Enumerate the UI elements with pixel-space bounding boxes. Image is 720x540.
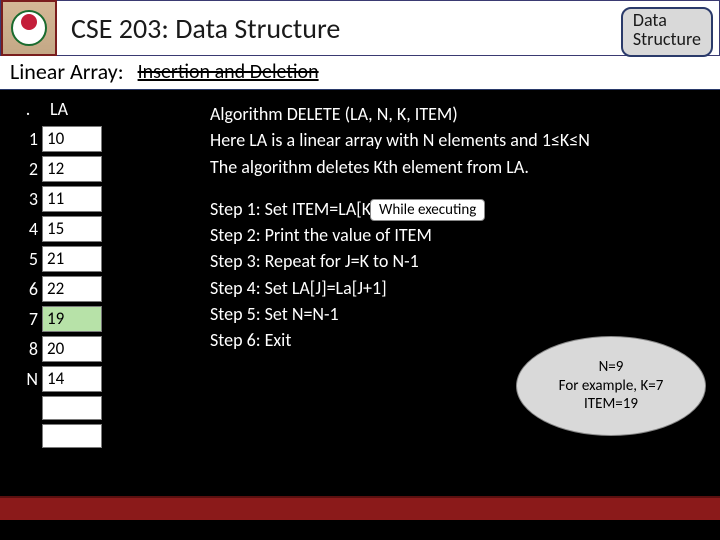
algo-step-4: Step 4: Set LA[J]=La[J+1] — [210, 276, 700, 300]
array-row: 415 — [18, 216, 102, 242]
array-cell: 11 — [42, 186, 102, 212]
array-index: 6 — [18, 278, 38, 300]
footer-bar — [0, 496, 720, 520]
array-column: . LA 110212311415521622719820N14 — [18, 98, 102, 452]
array-cell: 20 — [42, 336, 102, 362]
course-badge: Data Structure — [621, 7, 713, 57]
algo-step-3: Step 3: Repeat for J=K to N-1 — [210, 249, 700, 273]
array-cell: 21 — [42, 246, 102, 272]
array-index: 4 — [18, 218, 38, 240]
array-cell: 22 — [42, 276, 102, 302]
badge-line2: Structure — [633, 30, 701, 49]
algo-desc2: The algorithm deletes Kth element from L… — [210, 155, 700, 179]
array-row: 820 — [18, 336, 102, 362]
array-cell-empty — [42, 424, 102, 448]
logo-inner — [11, 10, 47, 46]
array-index: 1 — [18, 128, 38, 150]
array-dot: . — [18, 98, 38, 120]
bubble-line1: N=9 — [599, 358, 624, 377]
while-executing-callout: While executing — [370, 199, 485, 221]
algo-title: Algorithm DELETE (LA, N, K, ITEM) — [210, 102, 700, 126]
array-row: 311 — [18, 186, 102, 212]
array-row: 622 — [18, 276, 102, 302]
array-header: . LA — [18, 98, 102, 120]
subheader: Linear Array: Insertion and Deletion — [0, 56, 720, 90]
array-index: 3 — [18, 188, 38, 210]
array-index: 7 — [18, 308, 38, 330]
content-area: . LA 110212311415521622719820N14 Algorit… — [0, 90, 720, 520]
section-topic: Insertion and Deletion — [138, 60, 319, 84]
header-bar: CSE 203: Data Structure Data Structure — [0, 0, 720, 56]
algo-desc1: Here LA is a linear array with N element… — [210, 128, 700, 152]
array-index: 5 — [18, 248, 38, 270]
section-label: Linear Array: — [10, 58, 124, 85]
array-index: 2 — [18, 158, 38, 180]
array-cell: 12 — [42, 156, 102, 182]
array-empty-rows — [18, 396, 102, 448]
institution-logo — [1, 0, 57, 56]
array-row: N14 — [18, 366, 102, 392]
array-cell: 15 — [42, 216, 102, 242]
array-cell: 10 — [42, 126, 102, 152]
algo-step-2: Step 2: Print the value of ITEM — [210, 223, 700, 247]
algorithm-block: Algorithm DELETE (LA, N, K, ITEM) Here L… — [210, 102, 700, 355]
array-index: 8 — [18, 338, 38, 360]
array-row: 719 — [18, 306, 102, 332]
course-title: CSE 203: Data Structure — [71, 11, 340, 46]
array-label: LA — [50, 98, 68, 120]
array-cell-empty — [42, 396, 102, 420]
array-row: 212 — [18, 156, 102, 182]
bubble-line2: For example, K=7 — [559, 377, 664, 396]
array-cell: 19 — [42, 306, 102, 332]
array-row: 521 — [18, 246, 102, 272]
array-row: 110 — [18, 126, 102, 152]
array-index: N — [18, 368, 38, 390]
example-bubble: N=9 For example, K=7 ITEM=19 — [516, 336, 706, 436]
algo-step-5: Step 5: Set N=N-1 — [210, 302, 700, 326]
array-cell: 14 — [42, 366, 102, 392]
bubble-line3: ITEM=19 — [584, 395, 638, 414]
